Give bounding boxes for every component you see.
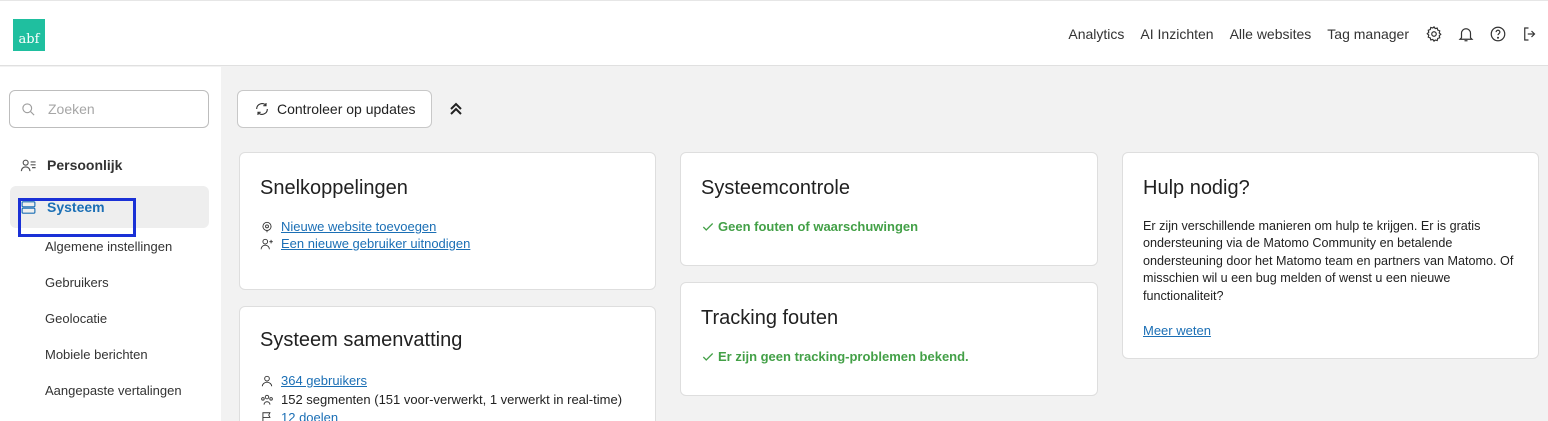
shortcut-invite-user: Een nieuwe gebruiker uitnodigen: [260, 236, 470, 251]
user-list-icon: [20, 159, 36, 171]
search-box[interactable]: [9, 90, 209, 128]
nav-tag-manager[interactable]: Tag manager: [1327, 26, 1409, 42]
add-website-link[interactable]: Nieuwe website toevoegen: [281, 219, 436, 234]
card-title: Systeemcontrole: [701, 177, 850, 199]
card-hulp-nodig: Hulp nodig? Er zijn verschillende manier…: [1122, 152, 1539, 359]
user-icon: [261, 375, 273, 386]
summary-users: 364 gebruikers: [260, 373, 367, 388]
card-snelkoppelingen: Snelkoppelingen Nieuwe website toevoegen…: [239, 152, 656, 290]
logout-icon[interactable]: [1521, 25, 1539, 43]
refresh-icon: [256, 103, 268, 115]
help-text: Er zijn verschillende manieren om hulp t…: [1143, 219, 1514, 303]
submenu-algemene-instellingen[interactable]: Algemene instellingen: [45, 239, 172, 254]
top-bar: abf Analytics AI Inzichten Alle websites…: [0, 0, 1548, 66]
check-updates-button[interactable]: Controleer op updates: [237, 90, 432, 128]
logo[interactable]: abf: [13, 19, 45, 51]
help-icon[interactable]: [1489, 25, 1507, 43]
check-updates-label: Controleer op updates: [277, 101, 416, 117]
card-title: Systeem samenvatting: [260, 329, 463, 351]
goals-link[interactable]: 12 doelen: [281, 410, 338, 421]
card-title: Tracking fouten: [701, 307, 839, 329]
check-icon: [702, 352, 714, 361]
users-group-icon: [261, 394, 273, 405]
globe-pin-icon: [262, 221, 272, 232]
logo-text: abf: [18, 32, 40, 47]
sidebar: Persoonlijk Systeem Algemene instellinge…: [0, 67, 221, 421]
gear-icon[interactable]: [1425, 25, 1443, 43]
segments-text: 152 segmenten (151 voor-verwerkt, 1 verw…: [281, 392, 623, 407]
submenu-gebruikers[interactable]: Gebruikers: [45, 275, 109, 290]
sidebar-item-persoonlijk[interactable]: Persoonlijk: [10, 144, 209, 186]
nav-ai-inzichten[interactable]: AI Inzichten: [1140, 26, 1213, 42]
card-title: Snelkoppelingen: [260, 177, 408, 199]
search-input[interactable]: [48, 101, 188, 117]
users-link[interactable]: 364 gebruikers: [281, 373, 367, 388]
user-plus-icon: [260, 238, 273, 249]
nav-alle-websites[interactable]: Alle websites: [1230, 26, 1312, 42]
card-systeemcontrole: Systeemcontrole Geen fouten of waarschuw…: [680, 152, 1098, 266]
collapse-icon[interactable]: [448, 101, 464, 117]
tracking-status-text: Er zijn geen tracking-problemen bekend.: [718, 349, 969, 364]
submenu-geolocatie[interactable]: Geolocatie: [45, 311, 107, 326]
nav-analytics[interactable]: Analytics: [1068, 26, 1124, 42]
systemcheck-status: Geen fouten of waarschuwingen: [701, 219, 918, 234]
highlight-box: [18, 198, 136, 237]
card-title: Hulp nodig?: [1143, 177, 1250, 199]
search-icon: [22, 102, 35, 116]
invite-user-link[interactable]: Een nieuwe gebruiker uitnodigen: [281, 236, 470, 251]
summary-goals: 12 doelen: [260, 410, 338, 421]
submenu-mobiele-berichten[interactable]: Mobiele berichten: [45, 347, 148, 362]
card-tracking-fouten: Tracking fouten Er zijn geen tracking-pr…: [680, 282, 1098, 396]
bell-icon[interactable]: [1457, 25, 1475, 43]
shortcut-add-website: Nieuwe website toevoegen: [260, 219, 436, 234]
systemcheck-status-text: Geen fouten of waarschuwingen: [718, 219, 919, 234]
flag-icon: [262, 411, 271, 421]
summary-segments: 152 segmenten (151 voor-verwerkt, 1 verw…: [260, 392, 622, 407]
tracking-status: Er zijn geen tracking-problemen bekend.: [701, 349, 969, 364]
check-icon: [702, 222, 714, 231]
top-nav: Analytics AI Inzichten Alle websites Tag…: [1068, 1, 1548, 67]
submenu-aangepaste-vertalingen[interactable]: Aangepaste vertalingen: [45, 383, 182, 398]
card-systeem-samenvatting: Systeem samenvatting 364 gebruikers 152 …: [239, 306, 656, 421]
learn-more-link[interactable]: Meer weten: [1143, 323, 1211, 338]
sidebar-item-label: Persoonlijk: [47, 157, 123, 173]
